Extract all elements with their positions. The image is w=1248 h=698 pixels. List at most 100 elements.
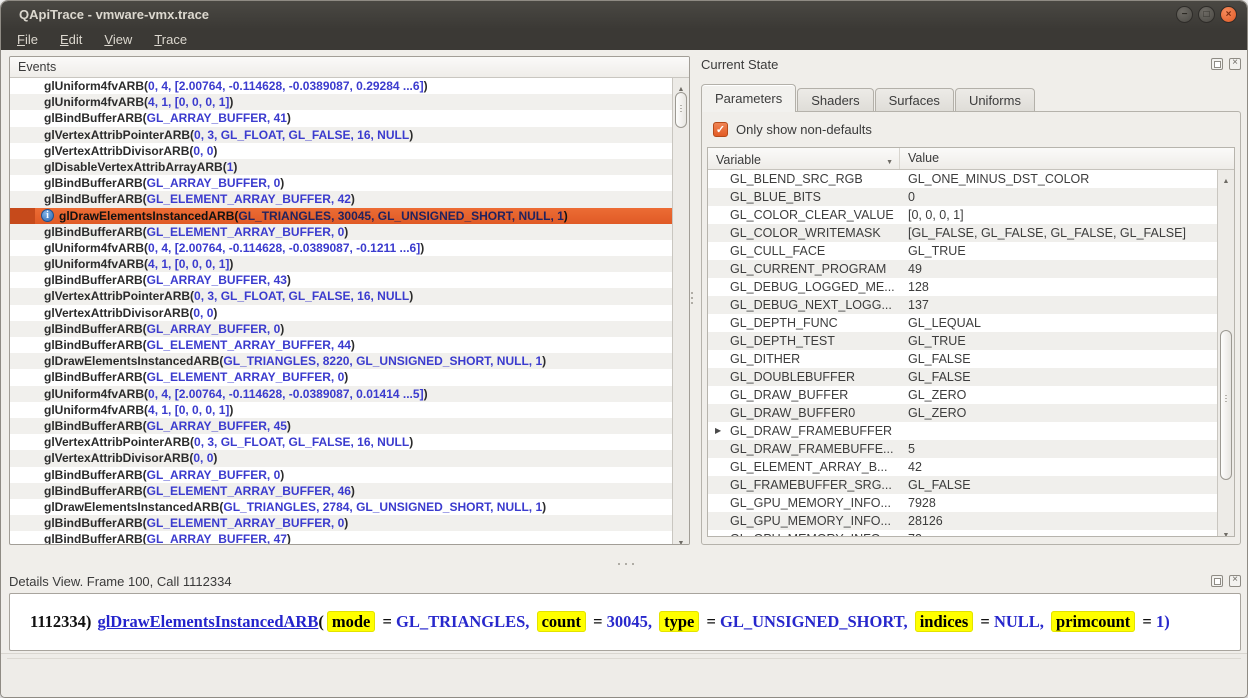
minimize-icon[interactable]: − bbox=[1176, 6, 1193, 23]
state-table-scrollbar[interactable] bbox=[1217, 170, 1234, 536]
event-row[interactable]: glBindBufferARB(GL_ARRAY_BUFFER, 0) bbox=[10, 467, 672, 483]
table-row[interactable]: GL_COLOR_CLEAR_VALUE[0, 0, 0, 1] bbox=[708, 206, 1217, 224]
table-row[interactable]: GL_DRAW_FRAMEBUFFER bbox=[708, 422, 1217, 440]
variable-cell: GL_DRAW_FRAMEBUFFE... bbox=[708, 440, 900, 458]
event-row[interactable]: glVertexAttribPointerARB(0, 3, GL_FLOAT,… bbox=[10, 288, 672, 304]
table-row[interactable]: GL_DRAW_BUFFER0GL_ZERO bbox=[708, 404, 1217, 422]
tab-surfaces[interactable]: Surfaces bbox=[875, 88, 954, 112]
scroll-down-icon[interactable] bbox=[673, 532, 689, 544]
menu-view[interactable]: View bbox=[104, 32, 132, 47]
event-row[interactable]: glVertexAttribDivisorARB(0, 0) bbox=[10, 143, 672, 159]
event-row[interactable]: glUniform4fvARB(4, 1, [0, 0, 0, 1]) bbox=[10, 94, 672, 110]
table-row[interactable]: GL_ELEMENT_ARRAY_B...42 bbox=[708, 458, 1217, 476]
param-value: GL_UNSIGNED_SHORT, bbox=[720, 612, 912, 631]
menu-file[interactable]: File bbox=[17, 32, 38, 47]
expand-arrow-icon[interactable] bbox=[715, 422, 721, 440]
variable-cell: GL_DRAW_BUFFER bbox=[708, 386, 900, 404]
events-scrollbar[interactable] bbox=[672, 78, 689, 544]
call-function-link[interactable]: glDrawElementsInstancedARB bbox=[97, 612, 318, 631]
call-arguments: GL_ARRAY_BUFFER, 41 bbox=[147, 111, 287, 125]
variable-cell: GL_BLEND_SRC_RGB bbox=[708, 170, 900, 188]
float-pane-icon[interactable] bbox=[1211, 575, 1223, 587]
only-show-non-defaults-checkbox[interactable] bbox=[713, 122, 728, 137]
event-row[interactable]: glBindBufferARB(GL_ARRAY_BUFFER, 47) bbox=[10, 531, 672, 544]
table-row[interactable]: GL_DEPTH_TESTGL_TRUE bbox=[708, 332, 1217, 350]
event-row[interactable]: glUniform4fvARB(4, 1, [0, 0, 0, 1]) bbox=[10, 402, 672, 418]
column-header-value[interactable]: Value bbox=[900, 148, 1234, 169]
event-row[interactable]: glVertexAttribPointerARB(0, 3, GL_FLOAT,… bbox=[10, 434, 672, 450]
event-row[interactable]: glBindBufferARB(GL_ELEMENT_ARRAY_BUFFER,… bbox=[10, 224, 672, 240]
table-row[interactable]: GL_FRAMEBUFFER_SRG...GL_FALSE bbox=[708, 476, 1217, 494]
table-row[interactable]: GL_CULL_FACEGL_TRUE bbox=[708, 242, 1217, 260]
event-row[interactable]: glUniform4fvARB(4, 1, [0, 0, 0, 1]) bbox=[10, 256, 672, 272]
horizontal-splitter-handle[interactable] bbox=[603, 561, 649, 567]
tab-shaders[interactable]: Shaders bbox=[797, 88, 873, 112]
event-row[interactable]: glDrawElementsInstancedARB(GL_TRIANGLES,… bbox=[10, 499, 672, 515]
param-value: 30045, bbox=[607, 612, 657, 631]
vertical-splitter-handle[interactable] bbox=[689, 289, 695, 311]
event-row[interactable]: glVertexAttribDivisorARB(0, 0) bbox=[10, 450, 672, 466]
event-row[interactable]: glBindBufferARB(GL_ARRAY_BUFFER, 0) bbox=[10, 175, 672, 191]
event-row[interactable]: glBindBufferARB(GL_ARRAY_BUFFER, 0) bbox=[10, 321, 672, 337]
table-row[interactable]: GL_GPU_MEMORY_INFO...28126 bbox=[708, 512, 1217, 530]
table-row[interactable]: GL_DOUBLEBUFFERGL_FALSE bbox=[708, 368, 1217, 386]
variable-cell: GL_FRAMEBUFFER_SRG... bbox=[708, 476, 900, 494]
call-function-name: glBindBufferARB bbox=[44, 419, 143, 433]
event-row[interactable]: glUniform4fvARB(0, 4, [2.00764, -0.11462… bbox=[10, 240, 672, 256]
close-pane-icon[interactable] bbox=[1229, 58, 1241, 70]
details-title: Details View. Frame 100, Call 1112334 bbox=[9, 574, 232, 589]
titlebar[interactable]: QApiTrace - vmware-vmx.trace −□× bbox=[1, 1, 1247, 29]
event-row[interactable]: glBindBufferARB(GL_ELEMENT_ARRAY_BUFFER,… bbox=[10, 515, 672, 531]
table-row[interactable]: GL_GPU_MEMORY_INFO...72 bbox=[708, 530, 1217, 536]
event-row[interactable]: glBindBufferARB(GL_ARRAY_BUFFER, 45) bbox=[10, 418, 672, 434]
scroll-up-icon[interactable] bbox=[673, 78, 689, 90]
table-row[interactable]: GL_BLUE_BITS0 bbox=[708, 188, 1217, 206]
table-row[interactable]: GL_DRAW_BUFFERGL_ZERO bbox=[708, 386, 1217, 404]
call-function-name: glBindBufferARB bbox=[44, 111, 143, 125]
event-row[interactable]: iglDrawElementsInstancedARB(GL_TRIANGLES… bbox=[10, 208, 672, 224]
tab-parameters[interactable]: Parameters bbox=[701, 84, 796, 112]
events-scrollbar-thumb[interactable] bbox=[675, 92, 687, 128]
events-column-header[interactable]: Events bbox=[10, 57, 689, 78]
state-scrollbar-thumb[interactable] bbox=[1220, 330, 1232, 480]
table-row[interactable]: GL_BLEND_SRC_RGBGL_ONE_MINUS_DST_COLOR bbox=[708, 170, 1217, 188]
tab-uniforms[interactable]: Uniforms bbox=[955, 88, 1035, 112]
value-cell: 28126 bbox=[900, 512, 943, 530]
event-row[interactable]: glBindBufferARB(GL_ELEMENT_ARRAY_BUFFER,… bbox=[10, 337, 672, 353]
table-row[interactable]: GL_DRAW_FRAMEBUFFE...5 bbox=[708, 440, 1217, 458]
table-row[interactable]: GL_DITHERGL_FALSE bbox=[708, 350, 1217, 368]
scroll-up-icon[interactable] bbox=[1218, 170, 1234, 182]
maximize-icon[interactable]: □ bbox=[1198, 6, 1215, 23]
close-pane-icon[interactable] bbox=[1229, 575, 1241, 587]
call-function-name: glUniform4fvARB bbox=[44, 257, 144, 271]
table-row[interactable]: GL_CURRENT_PROGRAM49 bbox=[708, 260, 1217, 278]
event-row[interactable]: glBindBufferARB(GL_ARRAY_BUFFER, 43) bbox=[10, 272, 672, 288]
event-row[interactable]: glBindBufferARB(GL_ELEMENT_ARRAY_BUFFER,… bbox=[10, 191, 672, 207]
event-row[interactable]: glUniform4fvARB(0, 4, [2.00764, -0.11462… bbox=[10, 386, 672, 402]
event-row[interactable]: glVertexAttribDivisorARB(0, 0) bbox=[10, 305, 672, 321]
table-row[interactable]: GL_DEBUG_LOGGED_ME...128 bbox=[708, 278, 1217, 296]
variable-cell: GL_GPU_MEMORY_INFO... bbox=[708, 494, 900, 512]
event-row[interactable]: glDisableVertexAttribArrayARB(1) bbox=[10, 159, 672, 175]
event-row[interactable]: glBindBufferARB(GL_ELEMENT_ARRAY_BUFFER,… bbox=[10, 369, 672, 385]
call-function-name: glVertexAttribDivisorARB bbox=[44, 306, 189, 320]
event-row[interactable]: glDrawElementsInstancedARB(GL_TRIANGLES,… bbox=[10, 353, 672, 369]
state-table-body: GL_BLEND_SRC_RGBGL_ONE_MINUS_DST_COLORGL… bbox=[708, 170, 1217, 536]
call-function-name: glUniform4fvARB bbox=[44, 241, 144, 255]
scroll-down-icon[interactable] bbox=[1218, 524, 1234, 536]
column-header-variable[interactable]: Variable bbox=[708, 148, 900, 169]
event-row[interactable]: glBindBufferARB(GL_ELEMENT_ARRAY_BUFFER,… bbox=[10, 483, 672, 499]
menu-edit[interactable]: Edit bbox=[60, 32, 82, 47]
event-row[interactable]: glBindBufferARB(GL_ARRAY_BUFFER, 41) bbox=[10, 110, 672, 126]
event-row[interactable]: glUniform4fvARB(0, 4, [2.00764, -0.11462… bbox=[10, 78, 672, 94]
event-row[interactable]: glVertexAttribPointerARB(0, 3, GL_FLOAT,… bbox=[10, 127, 672, 143]
table-row[interactable]: GL_GPU_MEMORY_INFO...7928 bbox=[708, 494, 1217, 512]
call-arguments: GL_ARRAY_BUFFER, 0 bbox=[147, 468, 281, 482]
float-pane-icon[interactable] bbox=[1211, 58, 1223, 70]
menu-trace[interactable]: Trace bbox=[154, 32, 187, 47]
close-icon[interactable]: × bbox=[1220, 6, 1237, 23]
table-row[interactable]: GL_DEPTH_FUNCGL_LEQUAL bbox=[708, 314, 1217, 332]
table-row[interactable]: GL_DEBUG_NEXT_LOGG...137 bbox=[708, 296, 1217, 314]
table-row[interactable]: GL_COLOR_WRITEMASK[GL_FALSE, GL_FALSE, G… bbox=[708, 224, 1217, 242]
call-arguments: GL_ARRAY_BUFFER, 45 bbox=[147, 419, 287, 433]
